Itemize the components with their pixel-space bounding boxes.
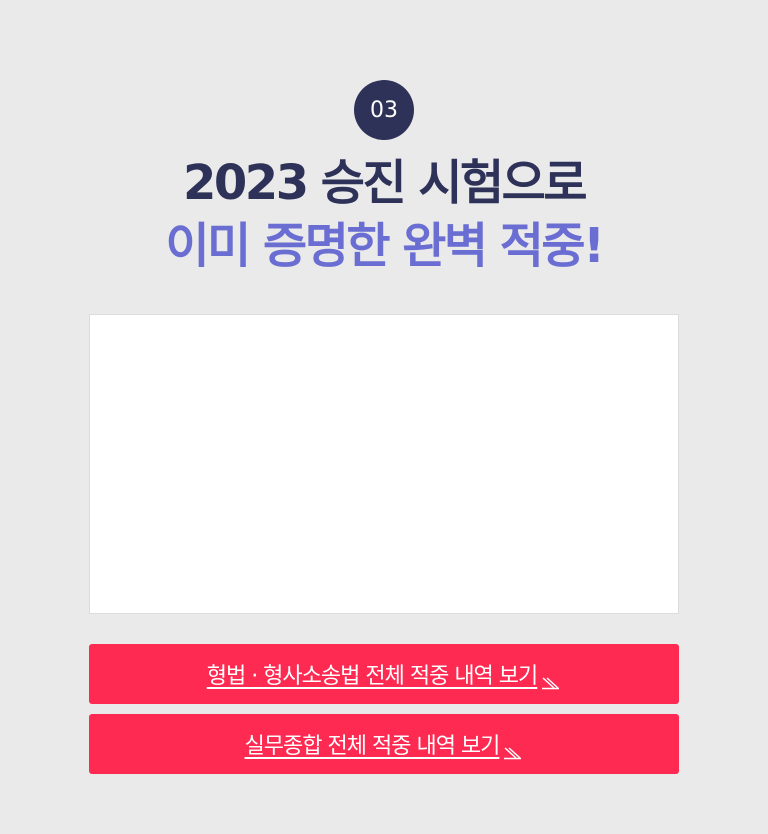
content-image-panel	[89, 314, 679, 614]
step-number: 03	[370, 97, 398, 123]
view-criminal-law-hits-button[interactable]: 형법 · 형사소송법 전체 적중 내역 보기	[89, 644, 679, 704]
view-practical-hits-label: 실무종합 전체 적중 내역 보기	[244, 734, 501, 759]
diagonal-arrow-icon	[503, 741, 523, 760]
step-number-badge: 03	[354, 80, 414, 140]
view-criminal-law-hits-label: 형법 · 형사소송법 전체 적중 내역 보기	[206, 664, 539, 689]
diagonal-arrow-icon	[541, 671, 561, 690]
headline-line-1: 2023 승진 시험으로	[183, 155, 587, 211]
headline-line-2: 이미 증명한 완벽 적중!	[165, 218, 605, 274]
view-practical-hits-button[interactable]: 실무종합 전체 적중 내역 보기	[89, 714, 679, 774]
